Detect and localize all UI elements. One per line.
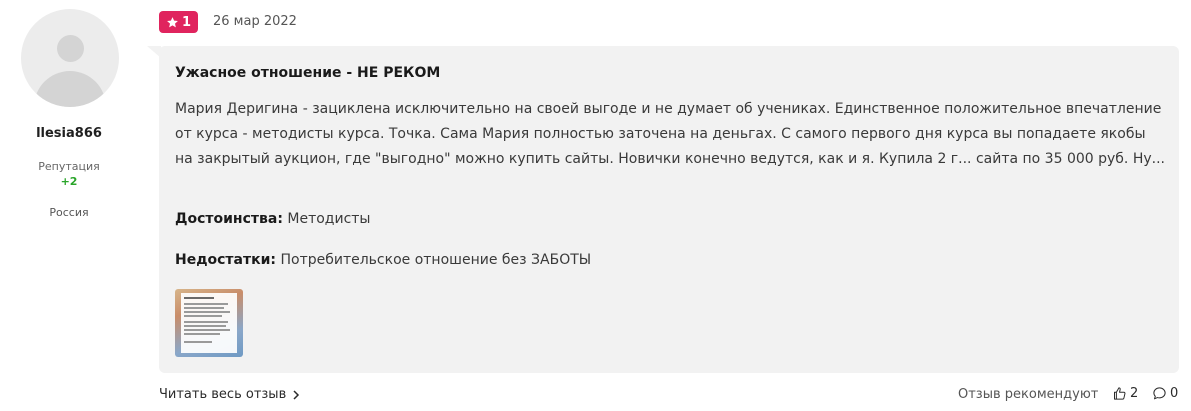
comments-button[interactable]: 0 [1152,386,1178,401]
review-cons: Недостатки: Потребительское отношение бе… [175,252,591,268]
username-link[interactable]: llesia866 [0,126,138,141]
review-photo-thumbnail[interactable] [175,289,243,357]
avatar[interactable] [21,9,119,107]
photo-line [184,333,220,335]
pros-text: Методисты [282,211,371,227]
review-card [159,46,1179,373]
photo-document [181,293,237,353]
photo-line [184,311,230,313]
review-title[interactable]: Ужасное отношение - НЕ РЕКОМ [175,65,440,81]
comment-icon [1153,387,1166,400]
recommend-label: Отзыв рекомендуют [958,387,1099,402]
reputation-label: Репутация [38,160,100,173]
rating-value: 1 [181,14,192,30]
like-button[interactable]: 2 [1112,386,1138,401]
star-icon [167,16,178,27]
photo-line [184,307,224,309]
photo-line [184,297,214,299]
read-full-review-link[interactable]: Читать весь отзыв [159,387,300,402]
chevron-right-icon [293,389,300,400]
read-full-label: Читать весь отзыв [159,387,287,402]
avatar-body [34,71,106,107]
review-pros: Достоинства: Методисты [175,211,370,227]
user-country: Россия [49,206,89,219]
reputation-value: +2 [60,175,78,188]
photo-line [184,321,228,323]
review-date: 26 мар 2022 [213,14,297,29]
photo-line [184,325,226,327]
cons-text: Потребительское отношение без ЗАБОТЫ [276,252,592,268]
rating-badge: 1 [159,11,198,33]
pros-label: Достоинства: [175,211,283,227]
photo-line [184,329,230,331]
photo-line [184,303,228,305]
comments-count: 0 [1170,386,1179,401]
photo-line [184,315,222,317]
cons-label: Недостатки: [175,252,277,268]
avatar-head [57,35,84,62]
likes-count: 2 [1130,386,1139,401]
thumbs-up-icon [1114,387,1126,400]
photo-line [184,341,212,343]
review-text: Мария Деригина - зациклена исключительно… [175,101,1165,167]
